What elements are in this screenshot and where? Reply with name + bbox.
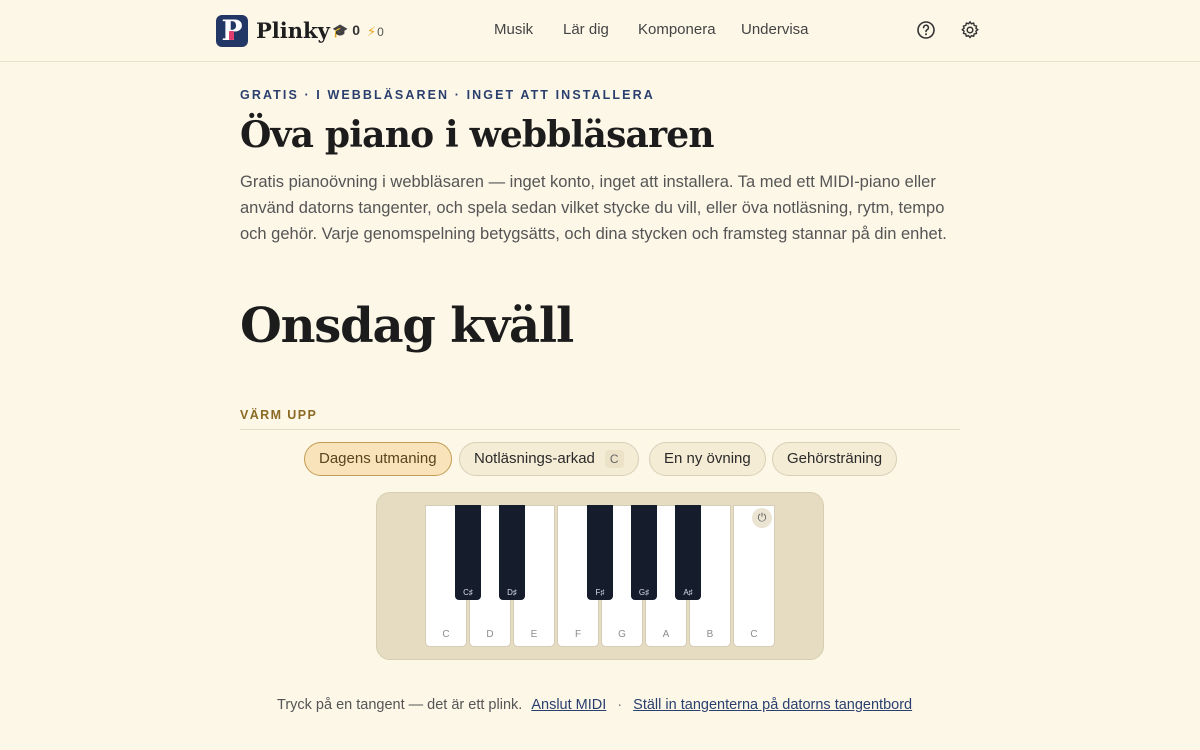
brand-name[interactable]: Plinky bbox=[256, 18, 330, 43]
logo-icon[interactable]: P bbox=[216, 15, 248, 47]
piano-key-f-sharp[interactable]: F♯ bbox=[587, 505, 613, 600]
page-title: Öva piano i webbläsaren bbox=[240, 114, 715, 156]
keyboard-setup-link[interactable]: Ställ in tangenterna på datorns tangentb… bbox=[633, 697, 912, 713]
section-divider bbox=[240, 429, 960, 430]
hero-eyebrow: GRATIS · I WEBBLÄSAREN · INGET ATT INSTA… bbox=[240, 88, 655, 102]
nav-musik[interactable]: Musik bbox=[494, 21, 533, 38]
chip-en-ny-ovning[interactable]: En ny övning bbox=[649, 442, 766, 476]
piano-key-d-sharp[interactable]: D♯ bbox=[499, 505, 525, 600]
hero-lead: Gratis pianoövning i webbläsaren — inget… bbox=[240, 173, 947, 243]
graduation-cap-icon: 🎓 bbox=[332, 23, 349, 38]
piano-key-g-sharp[interactable]: G♯ bbox=[631, 505, 657, 600]
connect-midi-link[interactable]: Anslut MIDI bbox=[531, 697, 606, 713]
nav-undervisa[interactable]: Undervisa bbox=[741, 21, 809, 38]
lightning-icon: ⚡ bbox=[367, 24, 377, 39]
greeting-title: Onsdag kväll bbox=[240, 298, 574, 354]
help-icon[interactable] bbox=[916, 20, 936, 40]
gear-icon[interactable] bbox=[960, 20, 980, 40]
shortcut-key-badge: C bbox=[604, 450, 624, 468]
top-header: P Plinky 🎓0 ⚡0 Musik Lär dig Komponera U… bbox=[0, 0, 1200, 62]
piano-key-c-sharp[interactable]: C♯ bbox=[455, 505, 481, 600]
chip-notlasnings-arkad[interactable]: Notläsnings-arkad C bbox=[459, 442, 639, 476]
chip-dagens-utmaning[interactable]: Dagens utmaning bbox=[304, 442, 452, 476]
piano-hint: Tryck på en tangent — det är ett plink. … bbox=[277, 697, 913, 713]
piano-key-a-sharp[interactable]: A♯ bbox=[675, 505, 701, 600]
graduation-stat[interactable]: 🎓 0 bbox=[332, 22, 360, 39]
nav-komponera[interactable]: Komponera bbox=[638, 21, 716, 38]
warmup-label: VÄRM UPP bbox=[240, 408, 318, 422]
chip-gehorstraning[interactable]: Gehörsträning bbox=[772, 442, 898, 476]
piano-key-c-high[interactable]: C bbox=[733, 505, 775, 647]
lightning-stat[interactable]: ⚡0 bbox=[367, 24, 384, 40]
nav-lar-dig[interactable]: Lär dig bbox=[563, 21, 609, 38]
plug-icon[interactable]: ⏻ bbox=[752, 508, 772, 528]
logo-accent bbox=[229, 31, 234, 40]
